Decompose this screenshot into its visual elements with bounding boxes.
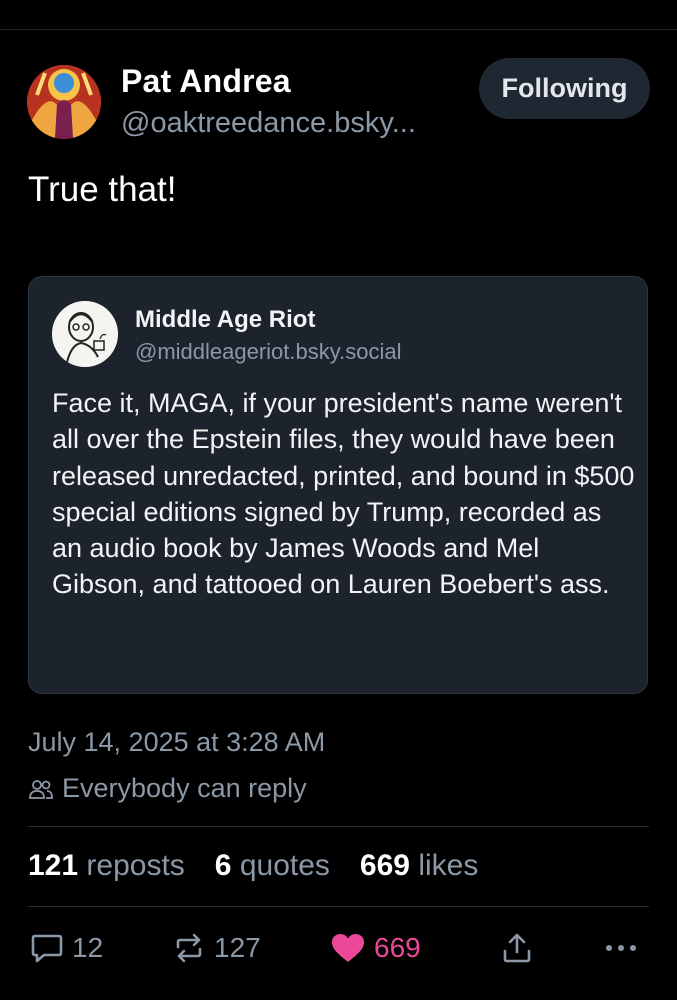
author-name[interactable]: Pat Andrea — [121, 63, 291, 100]
quoted-author-name[interactable]: Middle Age Riot — [135, 306, 315, 334]
reply-icon — [31, 934, 63, 963]
quoted-author-avatar[interactable] — [52, 301, 118, 367]
reply-setting: Everybody can reply — [28, 773, 307, 804]
reply-setting-label: Everybody can reply — [62, 773, 307, 803]
share-button[interactable] — [500, 928, 534, 968]
quotes-label: quotes — [239, 849, 330, 882]
following-button[interactable]: Following — [479, 58, 650, 119]
top-divider — [0, 29, 677, 30]
quoted-post-text: Face it, MAGA, if your president's name … — [52, 388, 635, 600]
more-options-button[interactable] — [604, 928, 638, 968]
repost-icon — [176, 933, 202, 963]
likes-stat[interactable]: 669 likes — [360, 849, 478, 883]
post-timestamp: July 14, 2025 at 3:28 AM — [28, 727, 326, 757]
stats-top-divider — [28, 826, 649, 827]
share-icon — [503, 933, 531, 963]
quotes-stat[interactable]: 6 quotes — [215, 849, 330, 883]
quoted-author-handle[interactable]: @middleageriot.bsky.social — [135, 339, 401, 365]
engagement-stats: 121 reposts 6 quotes 669 likes — [28, 849, 508, 883]
reposts-stat[interactable]: 121 reposts — [28, 849, 185, 883]
stats-bottom-divider — [28, 906, 649, 907]
like-button[interactable]: 669 — [330, 928, 421, 968]
likes-label: likes — [418, 849, 479, 882]
author-avatar[interactable] — [27, 65, 101, 139]
quotes-count: 6 — [214, 849, 232, 882]
repost-button[interactable]: 127 — [172, 928, 261, 968]
post-text: True that! — [28, 170, 177, 209]
likes-count: 669 — [359, 849, 410, 882]
reply-button[interactable]: 12 — [30, 928, 103, 968]
author-handle[interactable]: @oaktreedance.bsky... — [121, 107, 416, 140]
people-icon — [29, 779, 53, 799]
heart-icon — [332, 934, 364, 962]
quoted-avatar-image — [52, 301, 118, 367]
like-count: 669 — [374, 932, 421, 963]
reply-count: 12 — [72, 932, 104, 963]
author-avatar-image — [27, 65, 101, 139]
repost-count: 127 — [214, 932, 261, 963]
reposts-count: 121 — [28, 849, 79, 882]
quoted-post-card[interactable]: Middle Age Riot @middleageriot.bsky.soci… — [28, 276, 648, 694]
more-icon — [606, 945, 636, 951]
reposts-label: reposts — [86, 849, 185, 882]
